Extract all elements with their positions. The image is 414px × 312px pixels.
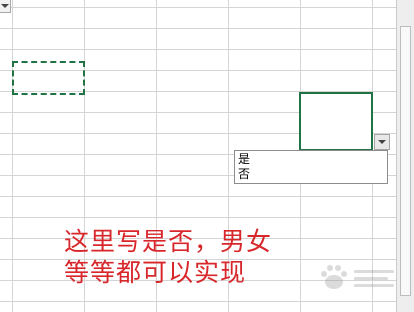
baidu-jingyan-logo (321, 265, 394, 289)
dropdown-option-no[interactable]: 否 (238, 167, 384, 182)
dropdown-arrow-button[interactable] (374, 134, 390, 150)
scrollbar-thumb[interactable] (400, 26, 411, 296)
annotation-text: 这里写是否，男女等等都可以实现 (64, 227, 273, 287)
dropdown-list[interactable]: 是 否 (234, 150, 388, 184)
copy-marquee-cell[interactable] (12, 61, 85, 95)
chevron-down-icon (378, 140, 386, 144)
chevron-down-icon (1, 4, 9, 8)
dropdown-option-yes[interactable]: 是 (238, 152, 384, 167)
active-cell[interactable] (299, 92, 373, 151)
filter-dropdown-button[interactable] (0, 0, 11, 13)
